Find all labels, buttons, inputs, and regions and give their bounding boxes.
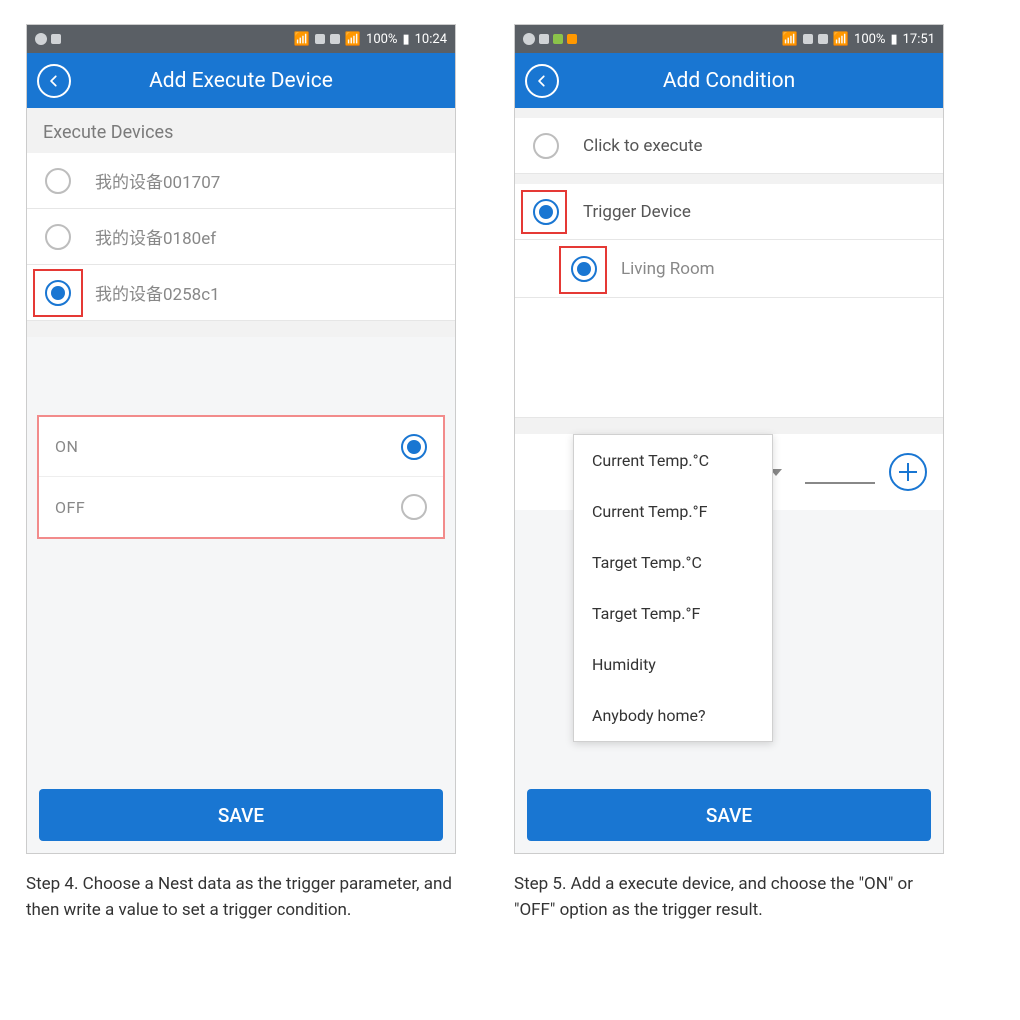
on-off-group: ON OFF [37,415,445,539]
option-off-row[interactable]: OFF [39,477,443,537]
back-button[interactable] [525,64,559,98]
room-label: Living Room [621,259,715,279]
on-label: ON [55,437,78,456]
signal-icon: 📶 [345,32,361,47]
save-label: SAVE [218,804,264,827]
dropdown-item[interactable]: Anybody home? [574,690,772,741]
radio-unselected[interactable] [533,133,559,159]
dropdown-item[interactable]: Current Temp.°F [574,486,772,537]
trigger-device-row[interactable]: Trigger Device [515,184,943,240]
device-label: 我的设备001707 [95,168,220,193]
section-header-execute-devices: Execute Devices [27,108,455,153]
screen-content: Click to execute Trigger Device Living R… [515,108,943,853]
title-bar: Add Execute Device [27,53,455,108]
dropdown-item[interactable]: Target Temp.°C [574,537,772,588]
device-row[interactable]: 我的设备0258c1 [27,265,455,321]
chevron-left-icon [535,74,549,88]
wifi-icon: 📶 [782,32,798,47]
radio-on[interactable] [401,434,427,460]
battery-icon: ▮ [890,32,897,47]
option-on-row[interactable]: ON [39,417,443,477]
sim-icon [315,34,325,44]
clock: 17:51 [903,32,935,47]
radio-selected[interactable] [533,199,559,225]
radio-unselected[interactable] [45,168,71,194]
status-bar: 📶 📶 100% ▮ 17:51 [515,25,943,53]
parameter-row: ≥ Current Temp.°C Current Temp.°F Target… [515,434,943,510]
chevron-left-icon [47,74,61,88]
sim-icon [330,34,340,44]
caption-step-4: Step 4. Choose a Nest data as the trigge… [26,872,456,923]
back-button[interactable] [37,64,71,98]
status-icon [567,34,577,44]
radio-off[interactable] [401,494,427,520]
radio-unselected[interactable] [45,224,71,250]
radio-selected[interactable] [45,280,71,306]
add-button[interactable] [889,453,927,491]
click-to-execute-label: Click to execute [583,136,703,156]
status-bar: 📶 📶 100% ▮ 10:24 [27,25,455,53]
sim-icon [803,34,813,44]
battery-icon: ▮ [402,32,409,47]
status-icon [553,34,563,44]
value-input[interactable] [805,460,875,484]
dropdown-item[interactable]: Target Temp.°F [574,588,772,639]
save-label: SAVE [706,804,752,827]
empty-white-area [515,298,943,418]
parameter-dropdown: Current Temp.°C Current Temp.°F Target T… [573,434,773,742]
dropdown-item[interactable]: Current Temp.°C [574,435,772,486]
screen-content: Execute Devices 我的设备001707 我的设备0180ef 我的… [27,108,455,853]
trigger-device-label: Trigger Device [583,202,691,222]
status-icon [51,34,61,44]
off-label: OFF [55,498,85,517]
phone-add-condition: 📶 📶 100% ▮ 17:51 Add Condition Click to … [514,24,944,854]
device-row[interactable]: 我的设备001707 [27,153,455,209]
clock: 10:24 [415,32,447,47]
radio-selected[interactable] [571,256,597,282]
title-bar: Add Condition [515,53,943,108]
save-button[interactable]: SAVE [39,789,443,841]
caption-step-5: Step 5. Add a execute device, and choose… [514,872,944,923]
device-row[interactable]: 我的设备0180ef [27,209,455,265]
status-icon [35,33,47,45]
save-button[interactable]: SAVE [527,789,931,841]
phone-add-execute-device: 📶 📶 100% ▮ 10:24 Add Execute Device Exec… [26,24,456,854]
click-to-execute-row[interactable]: Click to execute [515,118,943,174]
device-label: 我的设备0180ef [95,224,216,249]
wifi-icon: 📶 [294,32,310,47]
status-icon [523,33,535,45]
battery-percent: 100% [854,32,885,47]
signal-icon: 📶 [833,32,849,47]
screen-title: Add Condition [515,69,943,93]
screen-title: Add Execute Device [27,69,455,93]
dropdown-item[interactable]: Humidity [574,639,772,690]
battery-percent: 100% [366,32,397,47]
device-label: 我的设备0258c1 [95,280,220,305]
sim-icon [818,34,828,44]
status-icon [539,34,549,44]
room-row[interactable]: Living Room [515,240,943,298]
